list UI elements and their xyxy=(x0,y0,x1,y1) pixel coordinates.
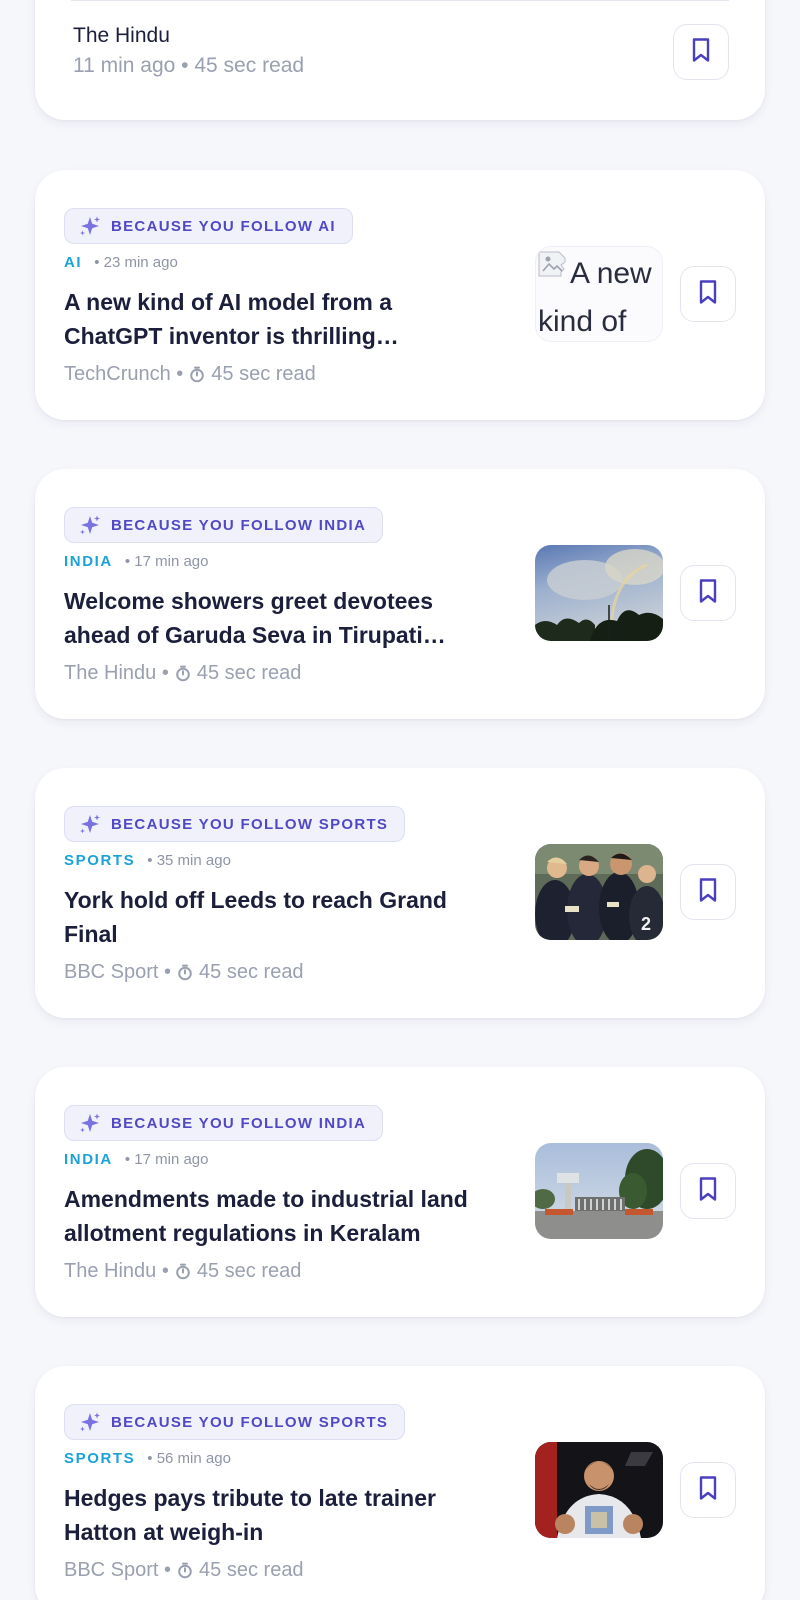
news-card[interactable]: BECAUSE YOU FOLLOW INDIA INDIA • 17 min … xyxy=(35,469,765,719)
published-time: • 17 min ago xyxy=(124,1151,209,1168)
story-byline: The Hindu • 45 sec read xyxy=(64,1260,301,1283)
published-time: • 17 min ago xyxy=(124,553,209,570)
follow-reason-badge: BECAUSE YOU FOLLOW SPORTS xyxy=(64,1404,406,1440)
read-time: 45 sec read xyxy=(211,363,316,385)
news-card[interactable]: BECAUSE YOU FOLLOW SPORTS SPORTS • 56 mi… xyxy=(35,1366,765,1600)
story-byline: BBC Sport • 45 sec read xyxy=(64,961,304,984)
sparkle-icon xyxy=(79,813,101,835)
follow-reason-badge: BECAUSE YOU FOLLOW INDIA xyxy=(64,507,384,543)
bookmark-icon xyxy=(697,279,719,310)
bookmark-button[interactable] xyxy=(680,565,736,621)
source-name: The Hindu • xyxy=(64,1260,169,1282)
published-time: • 23 min ago xyxy=(94,254,178,271)
follow-reason-badge: BECAUSE YOU FOLLOW AI xyxy=(64,208,353,244)
story-headline[interactable]: Welcome showers greet devotees ahead of … xyxy=(64,584,479,652)
category-tag[interactable]: INDIA xyxy=(64,553,113,570)
boxer-photo xyxy=(535,1442,663,1538)
story-headline[interactable]: Hedges pays tribute to late trainer Hatt… xyxy=(64,1481,484,1549)
story-thumbnail[interactable] xyxy=(535,1442,663,1538)
team-celebration-photo: 2 xyxy=(535,844,663,940)
stopwatch-icon xyxy=(175,665,191,682)
story-thumbnail[interactable] xyxy=(535,1143,663,1239)
read-time: 45 sec read xyxy=(199,961,304,983)
story-thumbnail[interactable]: 2 xyxy=(535,844,663,940)
story-meta: SPORTS • 56 min ago xyxy=(64,1450,231,1467)
story-byline: TechCrunch • 45 sec read xyxy=(64,363,316,386)
sparkle-icon xyxy=(79,514,101,536)
category-tag[interactable]: SPORTS xyxy=(64,852,135,869)
follow-reason-badge: BECAUSE YOU FOLLOW SPORTS xyxy=(64,806,406,842)
gate-road-photo xyxy=(535,1143,663,1239)
card-source: The Hindu xyxy=(73,24,170,47)
news-feed: The Hindu 11 min ago • 45 sec read BECAU… xyxy=(0,0,800,1600)
bookmark-icon xyxy=(690,37,712,68)
story-thumbnail-broken[interactable]: A new kind of xyxy=(535,246,663,342)
stopwatch-icon xyxy=(189,366,205,383)
news-card[interactable]: BECAUSE YOU FOLLOW INDIA INDIA • 17 min … xyxy=(35,1067,765,1317)
story-headline[interactable]: Amendments made to industrial land allot… xyxy=(64,1182,484,1250)
story-byline: The Hindu • 45 sec read xyxy=(64,662,301,685)
card-meta: 11 min ago • 45 sec read xyxy=(73,54,305,77)
bookmark-button[interactable] xyxy=(680,864,736,920)
story-headline[interactable]: York hold off Leeds to reach Grand Final xyxy=(64,883,484,951)
news-card[interactable]: BECAUSE YOU FOLLOW AI AI • 23 min ago A … xyxy=(35,170,765,420)
sky-rainbow-photo xyxy=(535,545,663,641)
sparkle-icon xyxy=(79,1411,101,1433)
stopwatch-icon xyxy=(177,964,193,981)
bookmark-icon xyxy=(697,1475,719,1506)
bookmark-icon xyxy=(697,1176,719,1207)
source-name: The Hindu • xyxy=(64,662,169,684)
bookmark-icon xyxy=(697,877,719,908)
source-name: TechCrunch • xyxy=(64,363,184,385)
read-time: 45 sec read xyxy=(196,662,302,684)
read-time: 45 sec read xyxy=(196,1260,302,1282)
svg-text:2: 2 xyxy=(641,914,651,934)
stopwatch-icon xyxy=(175,1263,191,1280)
story-thumbnail[interactable] xyxy=(535,545,663,641)
news-card-partial[interactable]: The Hindu 11 min ago • 45 sec read xyxy=(35,0,765,120)
follow-reason-label: BECAUSE YOU FOLLOW SPORTS xyxy=(111,1413,389,1431)
sparkle-icon xyxy=(79,215,101,237)
category-tag[interactable]: SPORTS xyxy=(64,1450,135,1467)
story-meta: AI • 23 min ago xyxy=(64,254,178,271)
follow-reason-label: BECAUSE YOU FOLLOW AI xyxy=(111,217,336,235)
stopwatch-icon xyxy=(177,1562,193,1579)
published-time: • 35 min ago xyxy=(147,852,231,869)
follow-reason-label: BECAUSE YOU FOLLOW INDIA xyxy=(111,516,367,534)
bookmark-icon xyxy=(697,578,719,609)
story-byline: BBC Sport • 45 sec read xyxy=(64,1559,304,1582)
source-name: BBC Sport • xyxy=(64,961,172,983)
follow-reason-label: BECAUSE YOU FOLLOW INDIA xyxy=(111,1114,367,1132)
card-divider xyxy=(71,0,729,1)
follow-reason-label: BECAUSE YOU FOLLOW SPORTS xyxy=(111,815,389,833)
category-tag[interactable]: INDIA xyxy=(64,1151,113,1168)
source-name: BBC Sport • xyxy=(64,1559,172,1581)
bookmark-button[interactable] xyxy=(680,266,736,322)
story-meta: SPORTS • 35 min ago xyxy=(64,852,231,869)
story-meta: INDIA • 17 min ago xyxy=(64,553,208,570)
news-card[interactable]: BECAUSE YOU FOLLOW SPORTS SPORTS • 35 mi… xyxy=(35,768,765,1018)
published-time: • 56 min ago xyxy=(147,1450,231,1467)
image-alt-text: A new kind of xyxy=(538,257,652,338)
bookmark-button[interactable] xyxy=(680,1163,736,1219)
story-headline[interactable]: A new kind of AI model from a ChatGPT in… xyxy=(64,285,484,353)
category-tag[interactable]: AI xyxy=(64,254,82,271)
read-time: 45 sec read xyxy=(199,1559,304,1581)
story-meta: INDIA • 17 min ago xyxy=(64,1151,208,1168)
follow-reason-badge: BECAUSE YOU FOLLOW INDIA xyxy=(64,1105,384,1141)
sparkle-icon xyxy=(79,1112,101,1134)
bookmark-button[interactable] xyxy=(673,24,729,80)
bookmark-button[interactable] xyxy=(680,1462,736,1518)
